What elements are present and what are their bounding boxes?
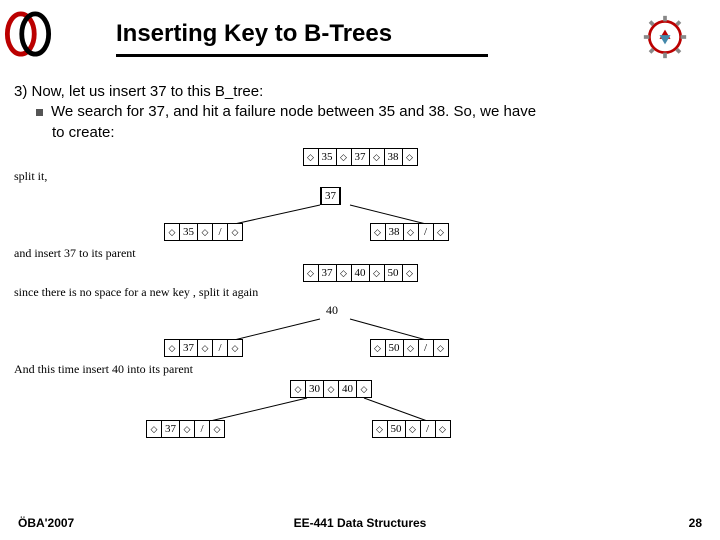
node-parent-374050: ◇ 37 ◇ 40 ◇ 50 ◇ <box>303 264 418 282</box>
node-promoted-37: 37 <box>320 187 341 205</box>
gear-icon <box>642 14 688 60</box>
node-left-35: ◇ 35 ◇ / ◇ <box>164 223 243 241</box>
caption-split: split it, <box>14 169 706 184</box>
node-bottom-left: ◇ 37 ◇ / ◇ <box>146 420 225 438</box>
node-root-3040: ◇ 30 ◇ 40 ◇ <box>290 380 372 398</box>
metu-logo <box>4 10 52 58</box>
footer-page-number: 28 <box>689 516 702 530</box>
body-bullet-b: to create: <box>52 123 536 143</box>
body-bullet-a: We search for 37, and hit a failure node… <box>51 103 536 120</box>
node-bottom-right: ◇ 50 ◇ / ◇ <box>372 420 451 438</box>
caption-split-again: since there is no space for a new key , … <box>14 285 706 300</box>
node-right-50: ◇ 50 ◇ / ◇ <box>370 339 449 357</box>
caption-insert-40: And this time insert 40 into its parent <box>14 362 706 377</box>
node-right-38: ◇ 38 ◇ / ◇ <box>370 223 449 241</box>
node-left-37: ◇ 37 ◇ / ◇ <box>164 339 243 357</box>
body-line-1: 3) Now, let us insert 37 to this B_tree: <box>14 82 536 102</box>
promoted-40-label: 40 <box>326 303 338 318</box>
title-underline <box>116 54 488 57</box>
caption-insert-parent: and insert 37 to its parent <box>14 246 706 261</box>
footer-center: EE-441 Data Structures <box>0 516 720 530</box>
node-initial: ◇ 35 ◇ 37 ◇ 38 ◇ <box>303 148 418 166</box>
diagram: ◇ 35 ◇ 37 ◇ 38 ◇ split it, 37 ◇ 35 ◇ / <box>14 148 706 440</box>
bullet-icon <box>36 109 43 116</box>
slide-title: Inserting Key to B-Trees <box>116 20 392 48</box>
body-text: 3) Now, let us insert 37 to this B_tree:… <box>14 82 536 143</box>
